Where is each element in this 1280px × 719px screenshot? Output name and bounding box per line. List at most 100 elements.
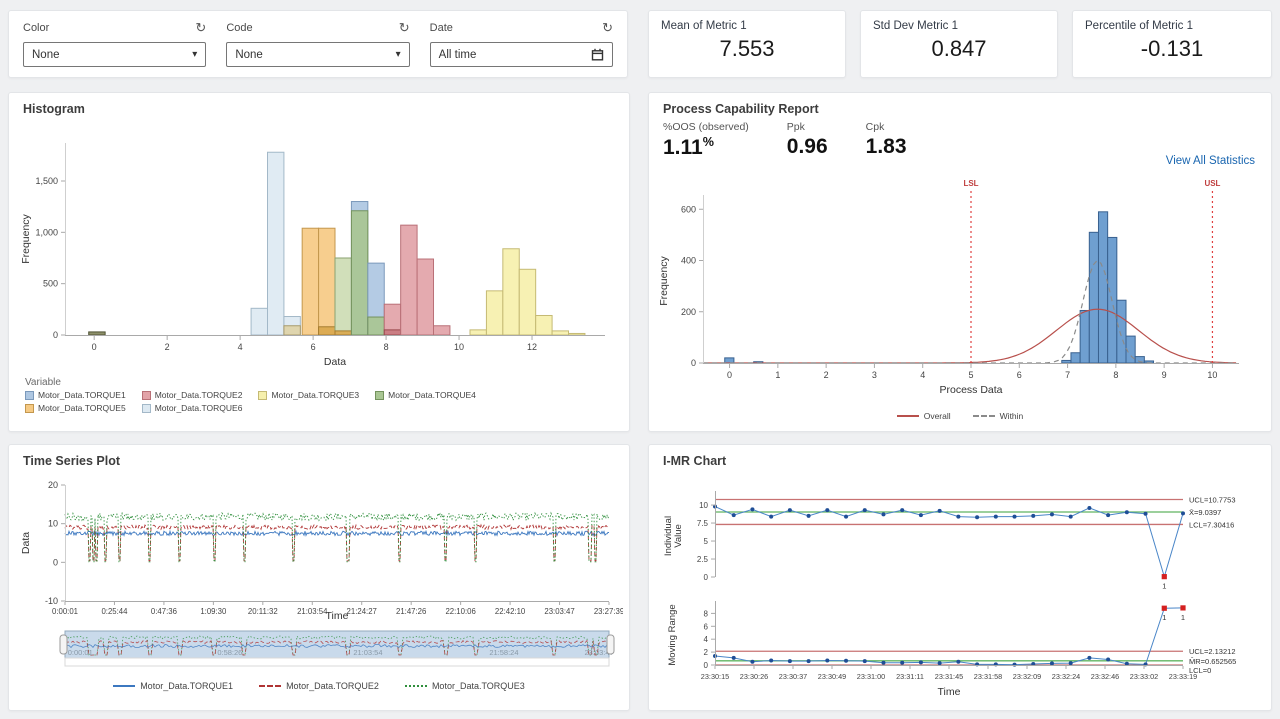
view-all-statistics-link[interactable]: View All Statistics <box>1166 155 1255 167</box>
dashboard: Color ↻ None ▾ Code ↻ None ▾ Date ↻ <box>0 0 1280 719</box>
legend-item: Motor_Data.TORQUE3 <box>405 681 525 691</box>
kpi-value: 0.847 <box>873 36 1045 62</box>
legend-swatch <box>142 391 151 400</box>
stat-cpk: Cpk 1.83 <box>866 121 907 160</box>
series-Motor_Data.TORQUE3 <box>65 513 609 562</box>
svg-text:23:31:58: 23:31:58 <box>974 672 1002 681</box>
navigator-handle-left[interactable] <box>60 635 67 654</box>
imr-svg: 102.557.510UCL=10.7753X̄=9.0397LCL=7.304… <box>653 469 1269 709</box>
bar <box>519 269 535 335</box>
refresh-icon[interactable]: ↻ <box>399 21 410 34</box>
legend-item: Overall <box>897 411 951 421</box>
data-point <box>1069 661 1073 665</box>
svg-text:10: 10 <box>1207 370 1217 380</box>
bar <box>368 317 384 335</box>
kpi-card-stddev: Std Dev Metric 1 0.847 <box>860 10 1058 78</box>
code-select[interactable]: None ▾ <box>226 42 409 67</box>
navigator-track <box>65 658 609 666</box>
svg-text:-10: -10 <box>45 596 58 606</box>
timeseries-panel: Time Series Plot 0:00:010:25:440:47:361:… <box>8 444 630 711</box>
data-point <box>863 508 867 512</box>
capability-chart: LSLUSL0123456789100200400600Process Data… <box>655 177 1267 416</box>
svg-text:21:24:27: 21:24:27 <box>347 607 377 616</box>
curve-within <box>703 261 1236 363</box>
timeseries-range-selector[interactable]: 0:00:010:58:2621:03:5421:58:2423:03:47 <box>17 627 623 674</box>
data-point <box>1013 663 1017 667</box>
bar <box>335 258 351 335</box>
refresh-icon[interactable]: ↻ <box>602 21 613 34</box>
svg-text:23:31:00: 23:31:00 <box>857 672 885 681</box>
kpi-value: 7.553 <box>661 36 833 62</box>
imr-panel: I-MR Chart 102.557.510UCL=10.7753X̄=9.03… <box>648 444 1272 711</box>
data-point <box>900 661 904 665</box>
bar <box>434 326 450 335</box>
data-point <box>975 515 979 519</box>
svg-text:22:42:10: 22:42:10 <box>495 607 526 616</box>
svg-text:1: 1 <box>1181 613 1185 622</box>
bar <box>319 327 335 335</box>
data-point <box>863 659 867 663</box>
date-picker-value: All time <box>439 49 477 61</box>
legend-line-sample <box>259 685 281 687</box>
svg-text:6: 6 <box>704 622 709 631</box>
svg-text:6: 6 <box>311 342 316 352</box>
svg-text:UCL=2.13212: UCL=2.13212 <box>1189 647 1236 656</box>
histogram-bars <box>89 152 585 335</box>
svg-text:0:00:01: 0:00:01 <box>52 607 78 616</box>
svg-text:1,000: 1,000 <box>35 227 58 237</box>
bar <box>268 152 284 335</box>
svg-text:LCL=7.30416: LCL=7.30416 <box>1189 520 1234 529</box>
svg-text:23:32:46: 23:32:46 <box>1091 672 1119 681</box>
chevron-down-icon: ▾ <box>396 49 401 60</box>
svg-text:0: 0 <box>53 330 58 340</box>
svg-text:Frequency: Frequency <box>20 213 32 263</box>
svg-text:8: 8 <box>1113 370 1118 380</box>
svg-text:22:10:06: 22:10:06 <box>445 607 475 616</box>
series-line <box>715 608 1183 665</box>
svg-text:23:33:02: 23:33:02 <box>1130 672 1158 681</box>
bar <box>284 326 300 335</box>
data-point <box>1087 656 1091 660</box>
filter-code-label: Code <box>226 22 252 34</box>
svg-text:21:03:54: 21:03:54 <box>297 607 328 616</box>
svg-text:23:27:39: 23:27:39 <box>594 607 623 616</box>
svg-text:Time: Time <box>938 686 961 698</box>
kpi-card-percentile: Percentile of Metric 1 -0.131 <box>1072 10 1272 78</box>
legend-item: Motor_Data.TORQUE5 <box>25 403 126 413</box>
svg-text:Moving Range: Moving Range <box>667 604 678 665</box>
svg-text:LSL: LSL <box>963 179 978 188</box>
color-select[interactable]: None ▾ <box>23 42 206 67</box>
bar <box>470 330 486 335</box>
refresh-icon[interactable]: ↻ <box>195 21 206 34</box>
series-line <box>715 507 1183 577</box>
navigator-handle-right[interactable] <box>607 635 614 654</box>
bar <box>725 358 734 363</box>
svg-text:23:32:09: 23:32:09 <box>1013 672 1041 681</box>
kpi-label: Std Dev Metric 1 <box>873 20 1045 32</box>
data-point <box>750 507 754 511</box>
svg-text:Process Data: Process Data <box>939 384 1002 396</box>
svg-text:23:30:15: 23:30:15 <box>701 672 729 681</box>
series-Motor_Data.TORQUE2 <box>65 525 609 561</box>
data-point <box>956 515 960 519</box>
page-title-capability: Process Capability Report <box>649 93 1271 116</box>
bar <box>319 228 335 335</box>
filter-code: Code ↻ None ▾ <box>226 21 409 67</box>
svg-text:3: 3 <box>872 370 877 380</box>
timeseries-svg: 0:00:010:25:440:47:361:09:3020:11:3221:0… <box>17 475 623 621</box>
filter-color-label: Color <box>23 22 49 34</box>
svg-text:Data: Data <box>20 532 32 554</box>
navigator-svg[interactable]: 0:00:010:58:2621:03:5421:58:2423:03:47 <box>17 627 623 669</box>
svg-text:4: 4 <box>920 370 925 380</box>
capability-svg: LSLUSL0123456789100200400600Process Data… <box>655 177 1267 411</box>
capability-legend: OverallWithin <box>649 411 1271 421</box>
data-point <box>1144 512 1148 516</box>
svg-text:0:47:36: 0:47:36 <box>151 607 177 616</box>
data-point <box>1013 515 1017 519</box>
data-point <box>919 513 923 517</box>
data-point <box>1181 511 1185 515</box>
legend-swatch <box>25 404 34 413</box>
svg-text:10: 10 <box>454 342 464 352</box>
date-picker[interactable]: All time <box>430 42 613 67</box>
svg-text:9: 9 <box>1162 370 1167 380</box>
